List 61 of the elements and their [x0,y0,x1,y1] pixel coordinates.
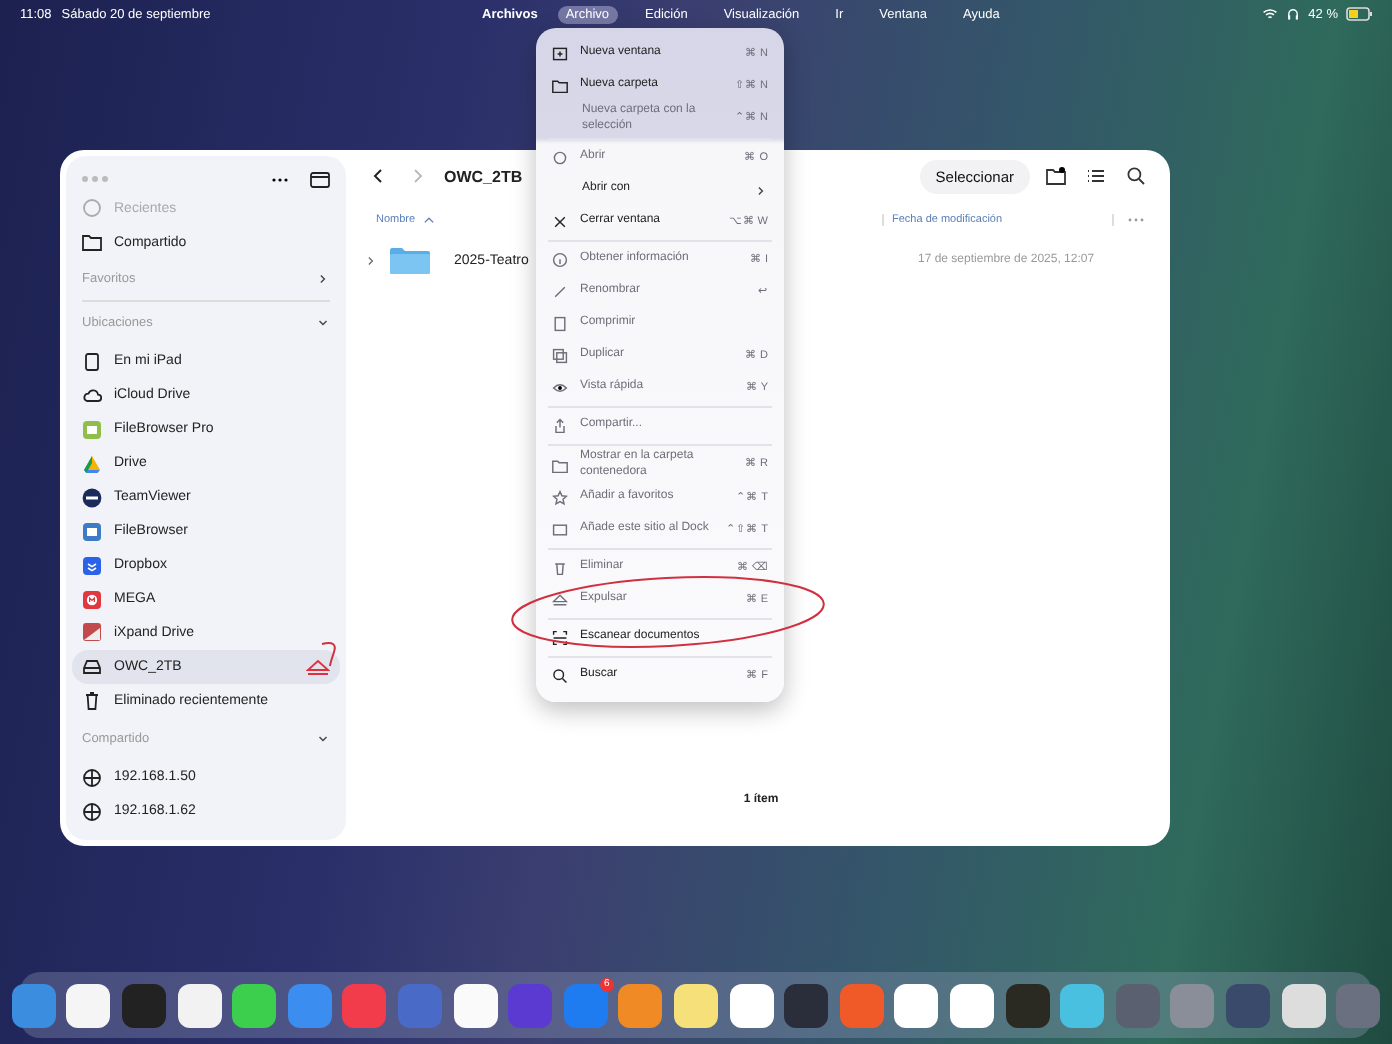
folder-icon [390,246,430,274]
sidebar-toggle-icon [310,169,330,190]
share-icon [552,418,568,434]
app-icon[interactable] [11,983,56,1027]
open-icon [552,150,568,166]
forward-icon [408,166,428,186]
chevron-icon [754,183,768,197]
trash-icon [82,690,102,711]
app-icon[interactable] [894,983,939,1027]
search-button[interactable] [1122,162,1150,190]
app-tile-icon [82,622,102,643]
list-icon [1086,166,1106,186]
cloud-icon [82,385,102,406]
window-icon [552,522,568,538]
info-icon [552,252,568,268]
tablet-icon [82,351,102,372]
app-tile-icon [82,521,102,542]
trash-icon [552,560,568,576]
app-icon[interactable] [674,983,718,1027]
shared-folder-icon [82,232,102,253]
app-icon[interactable] [177,983,222,1027]
sort-ascending-icon [421,213,436,227]
folder-title: OWC_2TB [444,167,523,185]
headphones-icon [1286,6,1301,22]
app-icon[interactable] [1281,983,1326,1027]
app-icon[interactable] [453,983,498,1027]
document-icon [552,316,568,332]
back-icon [368,166,388,186]
eject-icon [552,592,568,608]
new-folder-button[interactable] [1042,162,1070,190]
app-icon[interactable] [729,983,774,1027]
globe-icon [82,801,102,822]
search-icon [1126,166,1146,186]
eye-icon [552,380,568,396]
duplicate-icon [552,348,568,364]
triangle-logo-icon [82,453,102,474]
folder-icon [552,457,568,473]
eject-icon [306,657,330,676]
pencil-icon [552,284,568,300]
app-icon[interactable] [1005,983,1050,1027]
close-icon [552,214,568,230]
disclosure-icon [364,253,378,267]
app-tile-icon [82,419,102,440]
new-folder-icon [1046,166,1066,186]
app-tile-icon [82,487,102,508]
star-icon [552,490,568,506]
wifi-icon [1262,6,1279,22]
app-icon[interactable] [232,983,277,1027]
search-icon [552,668,568,684]
app-icon[interactable] [66,983,111,1027]
scan-icon [552,630,568,646]
app-tile-icon [82,589,102,609]
new-folder-icon [552,78,568,94]
annotation-mark [320,640,340,668]
battery-icon [1346,6,1372,22]
new-window-icon [552,46,568,62]
app-tile-icon [82,555,102,576]
clock-icon [82,198,102,219]
app-icon[interactable] [949,983,994,1027]
drive-icon [82,656,102,677]
globe-icon [82,767,102,788]
